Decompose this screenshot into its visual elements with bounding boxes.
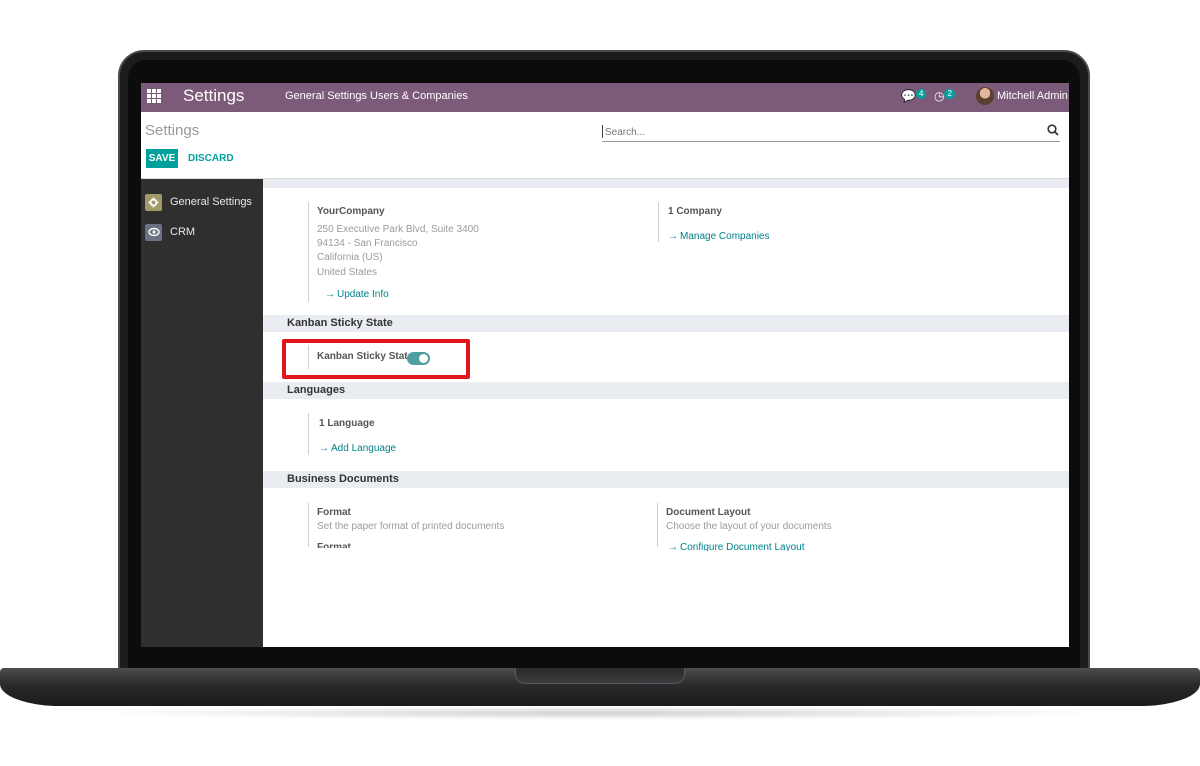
laptop-notch	[515, 668, 685, 684]
user-avatar[interactable]	[976, 87, 994, 105]
control-panel: Settings SAVE DISCARD	[141, 112, 1069, 179]
crm-icon	[145, 223, 162, 241]
chat-icon: 💬	[901, 89, 916, 103]
configure-document-layout-link[interactable]: → Configure Document Layout	[668, 542, 805, 551]
sidebar-item-label: General Settings	[170, 196, 252, 208]
format-description: Set the paper format of printed document…	[317, 521, 505, 532]
arrow-right-icon: →	[668, 231, 678, 242]
document-layout-title: Document Layout	[666, 507, 751, 518]
language-count: 1 Language	[319, 418, 375, 429]
search-icon[interactable]	[1046, 123, 1060, 137]
address-line: 94134 - San Francisco	[317, 238, 418, 249]
laptop-shadow	[90, 706, 1110, 720]
document-layout-description: Choose the layout of your documents	[666, 521, 832, 532]
address-line: 250 Executive Park Blvd, Suite 3400	[317, 224, 479, 235]
save-button[interactable]: SAVE	[146, 149, 178, 168]
user-menu[interactable]: Mitchell Admin	[997, 90, 1068, 102]
activities-button[interactable]: ◷ 2	[934, 89, 955, 103]
section-languages: Languages	[263, 382, 1069, 399]
top-navbar: Settings General Settings Users & Compan…	[141, 83, 1069, 112]
search-input[interactable]	[602, 125, 1032, 138]
add-language-link[interactable]: → Add Language	[319, 443, 396, 454]
messages-badge: 4	[915, 89, 927, 99]
section-companies	[263, 179, 1069, 188]
menu-general-settings[interactable]: General Settings	[285, 90, 367, 102]
search-bar	[602, 122, 1060, 142]
discard-button[interactable]: DISCARD	[188, 149, 234, 168]
update-info-link[interactable]: → Update Info	[325, 289, 389, 300]
settings-sidebar: General Settings CRM	[141, 179, 263, 647]
highlight-box	[282, 339, 470, 379]
sidebar-item-label: CRM	[170, 226, 196, 238]
gear-icon	[145, 193, 162, 211]
screen: Settings General Settings Users & Compan…	[141, 83, 1069, 647]
clock-icon: ◷	[934, 89, 945, 103]
messages-button[interactable]: 💬 4	[901, 89, 927, 103]
settings-content: YourCompany 250 Executive Park Blvd, Sui…	[263, 179, 1069, 647]
apps-menu-icon[interactable]	[147, 89, 161, 103]
sidebar-item-general-settings[interactable]: General Settings	[145, 193, 252, 211]
app-title: Settings	[183, 86, 245, 105]
section-business-documents: Business Documents	[263, 471, 1069, 488]
format-field-label: Format	[317, 542, 351, 548]
menu-users-companies[interactable]: Users & Companies	[370, 90, 468, 102]
sidebar-item-crm[interactable]: CRM	[145, 223, 195, 241]
company-name: YourCompany	[317, 206, 385, 217]
manage-companies-link[interactable]: → Manage Companies	[668, 231, 770, 242]
arrow-right-icon: →	[668, 542, 678, 551]
activities-badge: 2	[944, 89, 955, 99]
arrow-right-icon: →	[325, 289, 335, 300]
laptop-stage: Settings General Settings Users & Compan…	[0, 0, 1200, 766]
arrow-right-icon: →	[319, 443, 329, 454]
address-line: California (US)	[317, 252, 383, 263]
section-kanban-sticky-state: Kanban Sticky State	[263, 315, 1069, 332]
company-count: 1 Company	[668, 206, 722, 217]
format-title: Format	[317, 507, 351, 518]
address-line: United States	[317, 267, 378, 278]
breadcrumb: Settings	[145, 122, 200, 139]
